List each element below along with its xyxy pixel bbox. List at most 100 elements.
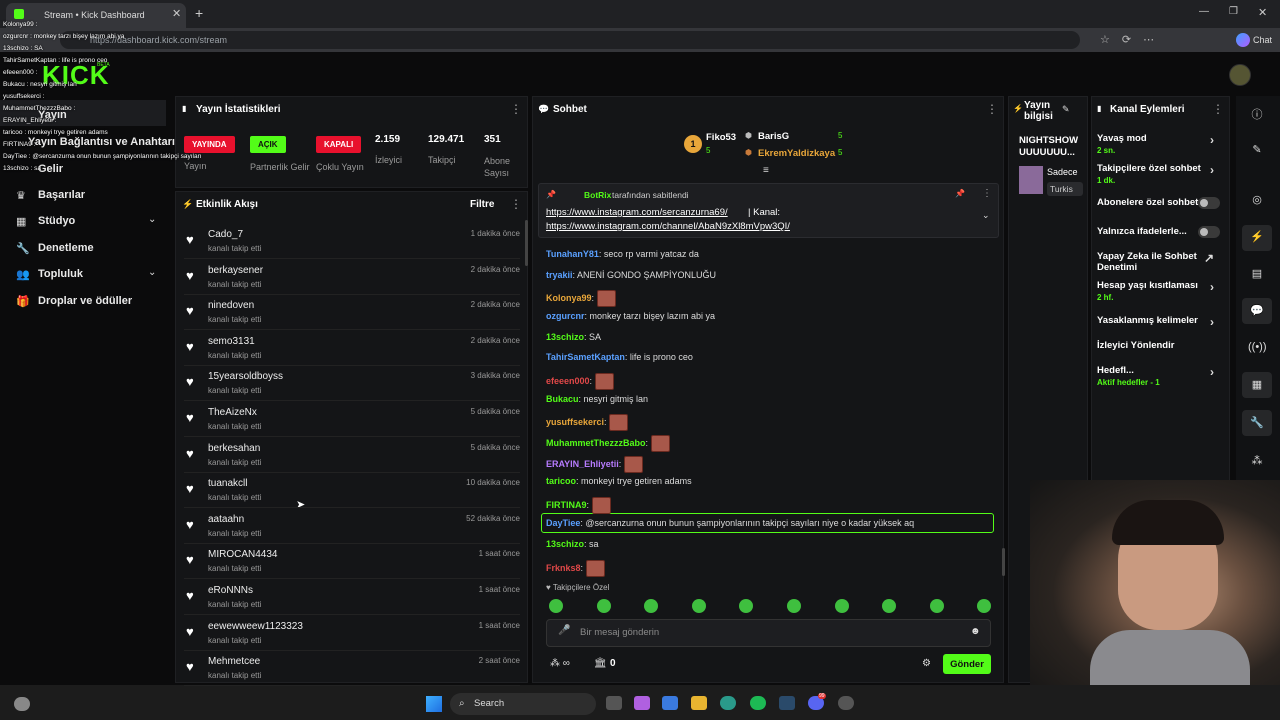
send-button[interactable]: Gönder: [943, 654, 991, 674]
activity-row[interactable]: ♥ Cado_7 kanalı takip etti 1 dakika önce: [184, 224, 520, 259]
emote-button[interactable]: [691, 599, 706, 613]
activity-username[interactable]: berkaysener: [208, 265, 263, 276]
document-icon[interactable]: ▤: [1248, 267, 1266, 285]
channel-action-item[interactable]: Yasaklanmış kelimeler ›: [1097, 315, 1224, 329]
chat-username[interactable]: Kolonya99: [546, 293, 592, 303]
windows-start-icon[interactable]: [426, 696, 442, 712]
pencil-icon[interactable]: ✎: [1248, 143, 1266, 161]
collapse-icon[interactable]: ≡: [763, 165, 769, 176]
channel-actions-menu-icon[interactable]: ⋮: [1212, 102, 1224, 116]
top-gifter-name[interactable]: EkremYaldizkaya: [758, 148, 835, 159]
browser-actions-icon[interactable]: ☆⟳⋯: [1100, 33, 1166, 46]
chat-username[interactable]: ERAYIN_Ehliyetii: [546, 459, 619, 469]
channel-action-item[interactable]: Takipçilere özel sohbet 1 dk. ›: [1097, 163, 1224, 185]
activity-row[interactable]: ♥ Mehmetcee kanalı takip etti 2 saat önce: [184, 651, 520, 687]
chat-menu-icon[interactable]: ⋮: [986, 102, 998, 116]
sidebar-item-droplar[interactable]: Droplar ve ödüller: [38, 295, 132, 307]
channel-action-item[interactable]: Yapay Zeka ile Sohbet Denetimi ↗: [1097, 251, 1224, 273]
chat-username[interactable]: Frknks8: [546, 563, 581, 573]
channel-action-item[interactable]: Hedefl... Aktif hedefler - 1 ›: [1097, 365, 1224, 387]
pinned-by[interactable]: BotRix: [584, 190, 611, 200]
close-window-icon[interactable]: ✕: [1258, 6, 1267, 19]
sidebar-item-denetleme[interactable]: Denetleme: [38, 242, 94, 254]
edit-icon[interactable]: ✎: [1062, 104, 1070, 115]
activity-username[interactable]: eewewweew1123323: [208, 621, 303, 632]
chat-username[interactable]: efeeen000: [546, 376, 590, 386]
activity-row[interactable]: ♥ tuanakcll kanalı takip etti 10 dakika önc…: [184, 473, 520, 509]
category-name[interactable]: Sadece: [1047, 167, 1083, 177]
activity-row[interactable]: ♥ berkesahan kanalı takip etti 5 dakika önc…: [184, 438, 520, 473]
chat-username[interactable]: 13schizo: [546, 539, 584, 549]
sidebar-item-gelir[interactable]: Gelir: [38, 163, 63, 175]
chat-username[interactable]: 13schizo: [546, 332, 584, 342]
camera-icon[interactable]: ◎: [1248, 193, 1266, 211]
emote-button[interactable]: [787, 599, 801, 613]
chevron-right-icon[interactable]: ›: [1210, 163, 1214, 177]
new-tab-icon[interactable]: +: [195, 5, 203, 21]
activity-row[interactable]: ♥ aataahn kanalı takip etti 52 dakika önce: [184, 509, 520, 544]
chevron-right-icon[interactable]: ›: [1210, 315, 1214, 329]
activity-row[interactable]: ♥ 15yearsoldboyss kanalı takip etti 3 dakik…: [184, 366, 520, 402]
chat-settings-icon[interactable]: ⚙: [922, 658, 931, 669]
edge-icon[interactable]: [720, 696, 736, 710]
activity-username[interactable]: berkesahan: [208, 443, 260, 454]
tag[interactable]: Turkis: [1047, 182, 1083, 196]
sidebar-item-basarilar[interactable]: Başarılar: [38, 189, 85, 201]
chevron-right-icon[interactable]: ›: [1210, 133, 1214, 147]
activity-scrollbar[interactable]: [525, 220, 528, 266]
activity-row[interactable]: ♥ ninedoven kanalı takip etti 2 dakika önce: [184, 295, 520, 331]
chat-username[interactable]: Bukacu: [546, 394, 579, 404]
activity-row[interactable]: ♥ TheAizeNx kanalı takip etti 5 dakika önce: [184, 402, 520, 437]
mic-icon[interactable]: 🎤: [558, 625, 570, 636]
top-gifter-name[interactable]: BarisG: [758, 131, 789, 142]
minimize-icon[interactable]: —: [1199, 6, 1209, 17]
activity-row[interactable]: ♥ berkaysener kanalı takip etti 2 dakika ön…: [184, 260, 520, 295]
activity-username[interactable]: aataahn: [208, 514, 244, 525]
spotify-icon[interactable]: [750, 696, 766, 710]
copilot-icon[interactable]: [1236, 33, 1250, 47]
chat-scrollbar[interactable]: [1002, 548, 1005, 576]
unpin-icon[interactable]: 📌: [955, 189, 965, 198]
activity-username[interactable]: MIROCAN4434: [208, 549, 277, 560]
toggle-switch[interactable]: [1198, 226, 1220, 238]
activity-row[interactable]: ♥ eRoNNNs kanalı takip etti 1 saat önce: [184, 580, 520, 615]
copilot-taskbar-icon[interactable]: [634, 696, 650, 710]
copilot-chat-label[interactable]: Chat: [1253, 35, 1272, 45]
taskview-icon[interactable]: [606, 696, 622, 710]
chevron-down-icon[interactable]: ⌄: [982, 210, 990, 221]
filter-button[interactable]: Filtre: [470, 199, 494, 210]
sidebar-item-topluluk[interactable]: Topluluk: [38, 268, 83, 280]
chevron-down-icon[interactable]: ⌄: [148, 214, 156, 225]
top-gifter-name[interactable]: Fiko53: [706, 132, 736, 143]
chat-username[interactable]: TunahanY81: [546, 249, 599, 259]
chat-username[interactable]: TahirSametKaptan: [546, 352, 625, 362]
activity-username[interactable]: 15yearsoldboyss: [208, 371, 283, 382]
sidebar-item-studyo[interactable]: Stüdyo: [38, 215, 75, 227]
emoji-picker-icon[interactable]: ☻: [970, 626, 981, 637]
close-tab-icon[interactable]: ✕: [172, 7, 181, 20]
chat-icon[interactable]: 💬: [1248, 304, 1266, 322]
chevron-down-icon[interactable]: ⌄: [148, 267, 156, 278]
avatar[interactable]: [1229, 64, 1251, 86]
activity-username[interactable]: semo3131: [208, 336, 255, 347]
gifts-icon[interactable]: ⁂: [1248, 454, 1266, 472]
channel-action-item[interactable]: İzleyici Yönlendir: [1097, 340, 1224, 351]
emote-button[interactable]: [834, 599, 849, 613]
store-taskbar-icon[interactable]: [662, 696, 678, 710]
bolt-icon[interactable]: ⚡: [1248, 230, 1266, 248]
weather-icon[interactable]: [14, 697, 30, 711]
pinned-link-2[interactable]: https://www.instagram.com/channel/AbaN9z…: [546, 221, 790, 232]
store-icon[interactable]: 🏛: [594, 658, 607, 669]
activity-row[interactable]: ♥ eewewweew1123323 kanalı takip etti 1 saat…: [184, 616, 520, 651]
external-link-icon[interactable]: ↗: [1204, 251, 1214, 265]
taskbar-search[interactable]: [450, 693, 596, 715]
chat-username[interactable]: DayTiee: [546, 518, 580, 528]
chat-username[interactable]: FIRTINA9: [546, 500, 587, 510]
chevron-right-icon[interactable]: ›: [1210, 365, 1214, 379]
info-icon[interactable]: ⓘ: [1248, 106, 1266, 124]
chat-username[interactable]: MuhammetThezzzBabo: [546, 438, 646, 448]
activity-username[interactable]: eRoNNNs: [208, 585, 253, 596]
obs-icon[interactable]: [838, 696, 854, 710]
explorer-icon[interactable]: [691, 696, 707, 710]
activity-row[interactable]: ♥ semo3131 kanalı takip etti 2 dakika önce: [184, 331, 520, 366]
